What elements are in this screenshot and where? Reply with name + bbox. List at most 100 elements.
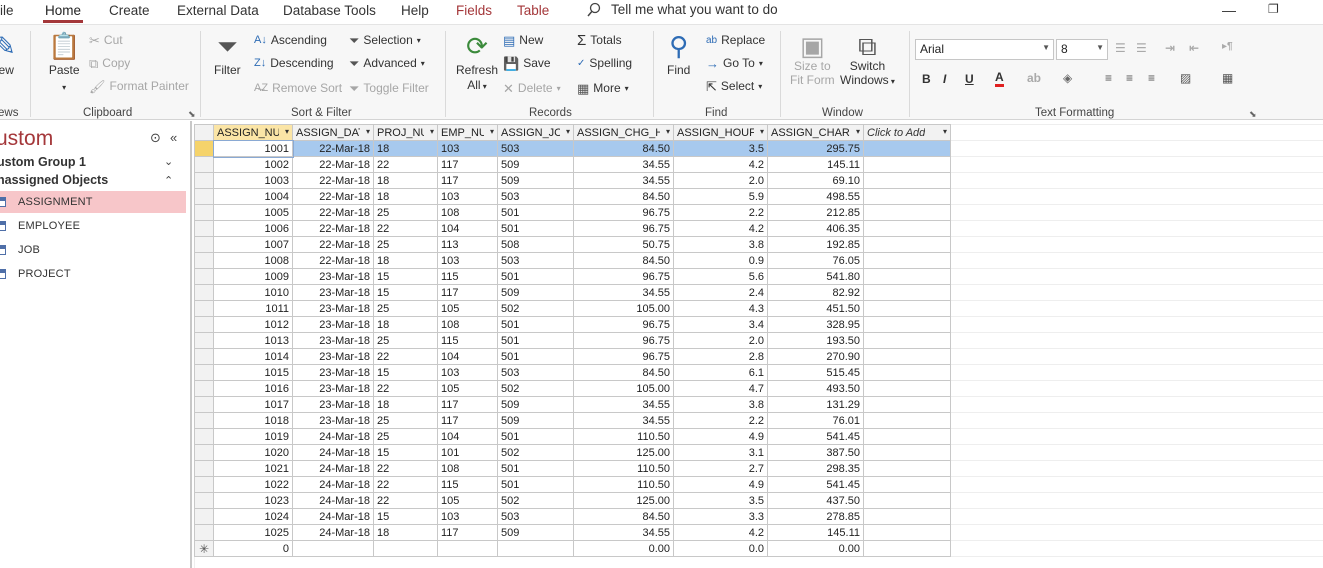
tab-database-tools[interactable]: Database Tools	[283, 3, 376, 18]
table-cell[interactable]: 22-Mar-18	[292, 172, 374, 189]
italic-button[interactable]: I	[943, 72, 946, 86]
empty-cell[interactable]	[863, 284, 951, 301]
empty-cell[interactable]	[863, 524, 951, 541]
table-cell[interactable]: 503	[497, 140, 574, 157]
table-cell[interactable]: 103	[437, 508, 498, 525]
table-cell[interactable]: 1016	[213, 380, 293, 397]
table-cell[interactable]: 18	[373, 316, 438, 333]
empty-cell[interactable]	[863, 188, 951, 205]
table-cell[interactable]: 328.95	[767, 316, 864, 333]
tab-file[interactable]: ile	[0, 3, 14, 18]
table-cell[interactable]: 498.55	[767, 188, 864, 205]
table-cell[interactable]: 24-Mar-18	[292, 428, 374, 445]
numbering-icon[interactable]: ☰	[1136, 41, 1147, 55]
table-cell[interactable]: 501	[497, 316, 574, 333]
nav-group-custom-group-1[interactable]: ustom Group 1	[0, 155, 86, 169]
empty-cell[interactable]	[863, 140, 951, 157]
table-cell[interactable]: 503	[497, 188, 574, 205]
table-cell[interactable]: 22	[373, 156, 438, 173]
table-cell[interactable]: 50.75	[573, 236, 674, 253]
table-cell[interactable]: 509	[497, 412, 574, 429]
empty-cell[interactable]	[863, 204, 951, 221]
tab-help[interactable]: Help	[401, 3, 429, 18]
column-header[interactable]: ASSIGN_HOUF ▾	[673, 124, 768, 141]
table-cell[interactable]: 1005	[213, 204, 293, 221]
spelling-button[interactable]: ✓ Spelling	[577, 56, 632, 70]
table-cell[interactable]: 4.2	[673, 220, 768, 237]
table-cell[interactable]: 25	[373, 428, 438, 445]
empty-cell[interactable]	[863, 508, 951, 525]
align-left-icon[interactable]: ≡	[1105, 71, 1112, 85]
nav-item-assignment[interactable]: ASSIGNMENT	[0, 191, 186, 213]
table-cell[interactable]: 22-Mar-18	[292, 156, 374, 173]
empty-cell[interactable]	[863, 348, 951, 365]
table-row[interactable]: 1008 22-Mar-18 18 103 503 84.50 0.9 76.05	[194, 252, 951, 269]
empty-cell[interactable]	[863, 316, 951, 333]
table-cell[interactable]	[292, 540, 374, 557]
record-selector[interactable]	[194, 172, 214, 189]
table-cell[interactable]: 23-Mar-18	[292, 348, 374, 365]
record-selector[interactable]	[194, 316, 214, 333]
empty-cell[interactable]	[863, 156, 951, 173]
empty-cell[interactable]	[863, 268, 951, 285]
selection-button[interactable]: ⏷ Selection ▾	[349, 33, 421, 47]
chevron-down-icon[interactable]: ▾	[566, 126, 570, 140]
table-cell[interactable]: 22	[373, 220, 438, 237]
table-cell[interactable]: 541.80	[767, 268, 864, 285]
table-cell[interactable]: 3.8	[673, 236, 768, 253]
table-cell[interactable]: 15	[373, 444, 438, 461]
table-cell[interactable]: 1010	[213, 284, 293, 301]
record-selector[interactable]	[194, 380, 214, 397]
table-cell[interactable]: 110.50	[573, 428, 674, 445]
table-cell[interactable]: 1009	[213, 268, 293, 285]
table-cell[interactable]: 501	[497, 204, 574, 221]
table-row[interactable]: 1014 23-Mar-18 22 104 501 96.75 2.8 270.90	[194, 348, 951, 365]
table-cell[interactable]: 451.50	[767, 300, 864, 317]
table-cell[interactable]: 117	[437, 156, 498, 173]
table-row[interactable]: 1006 22-Mar-18 22 104 501 96.75 4.2 406.35	[194, 220, 951, 237]
table-cell[interactable]: 509	[497, 156, 574, 173]
table-cell[interactable]: 23-Mar-18	[292, 396, 374, 413]
table-cell[interactable]: 1023	[213, 492, 293, 509]
table-cell[interactable]: 503	[497, 508, 574, 525]
table-cell[interactable]: 501	[497, 268, 574, 285]
column-header[interactable]: ASSIGN_JC ▾	[497, 124, 574, 141]
table-cell[interactable]: 22-Mar-18	[292, 220, 374, 237]
record-selector[interactable]	[194, 508, 214, 525]
select-all-cell[interactable]	[194, 124, 214, 141]
table-cell[interactable]: 22-Mar-18	[292, 188, 374, 205]
table-cell[interactable]: 34.55	[573, 412, 674, 429]
table-row[interactable]: 1021 24-Mar-18 22 108 501 110.50 2.7 298.35	[194, 460, 951, 477]
table-cell[interactable]: 117	[437, 284, 498, 301]
table-cell[interactable]: 501	[497, 348, 574, 365]
underline-button[interactable]: U	[965, 72, 974, 86]
chevron-down-icon[interactable]: ▾	[285, 126, 289, 140]
chevron-down-icon[interactable]: ▾	[430, 126, 434, 140]
record-selector[interactable]	[194, 460, 214, 477]
table-cell[interactable]: 2.7	[673, 460, 768, 477]
empty-cell[interactable]	[863, 412, 951, 429]
record-selector[interactable]	[194, 396, 214, 413]
record-selector[interactable]	[194, 220, 214, 237]
record-selector[interactable]: ✳	[194, 540, 214, 557]
table-cell[interactable]: 25	[373, 204, 438, 221]
expand-chevron-icon[interactable]: ⌄	[164, 155, 173, 168]
empty-cell[interactable]	[863, 172, 951, 189]
save-record-button[interactable]: 💾 Save	[503, 56, 551, 70]
table-cell[interactable]: 23-Mar-18	[292, 412, 374, 429]
tab-fields[interactable]: Fields	[456, 3, 492, 18]
table-cell[interactable]: 0.0	[673, 540, 768, 557]
nav-item-job[interactable]: JOB	[0, 239, 186, 261]
column-header[interactable]: ASSIGN_NU ▾	[213, 124, 293, 141]
table-cell[interactable]: 3.1	[673, 444, 768, 461]
column-header[interactable]: ASSIGN_DAT ▾	[292, 124, 374, 141]
table-cell[interactable]: 270.90	[767, 348, 864, 365]
shutter-bar-close-icon[interactable]: «	[170, 130, 177, 145]
table-cell[interactable]: 105	[437, 380, 498, 397]
table-cell[interactable]: 110.50	[573, 476, 674, 493]
table-cell[interactable]: 15	[373, 508, 438, 525]
table-row[interactable]: 1005 22-Mar-18 25 108 501 96.75 2.2 212.85	[194, 204, 951, 221]
table-cell[interactable]: 24-Mar-18	[292, 444, 374, 461]
table-row[interactable]: 1023 24-Mar-18 22 105 502 125.00 3.5 437.50	[194, 492, 951, 509]
chevron-down-icon[interactable]: ▾	[943, 126, 947, 140]
